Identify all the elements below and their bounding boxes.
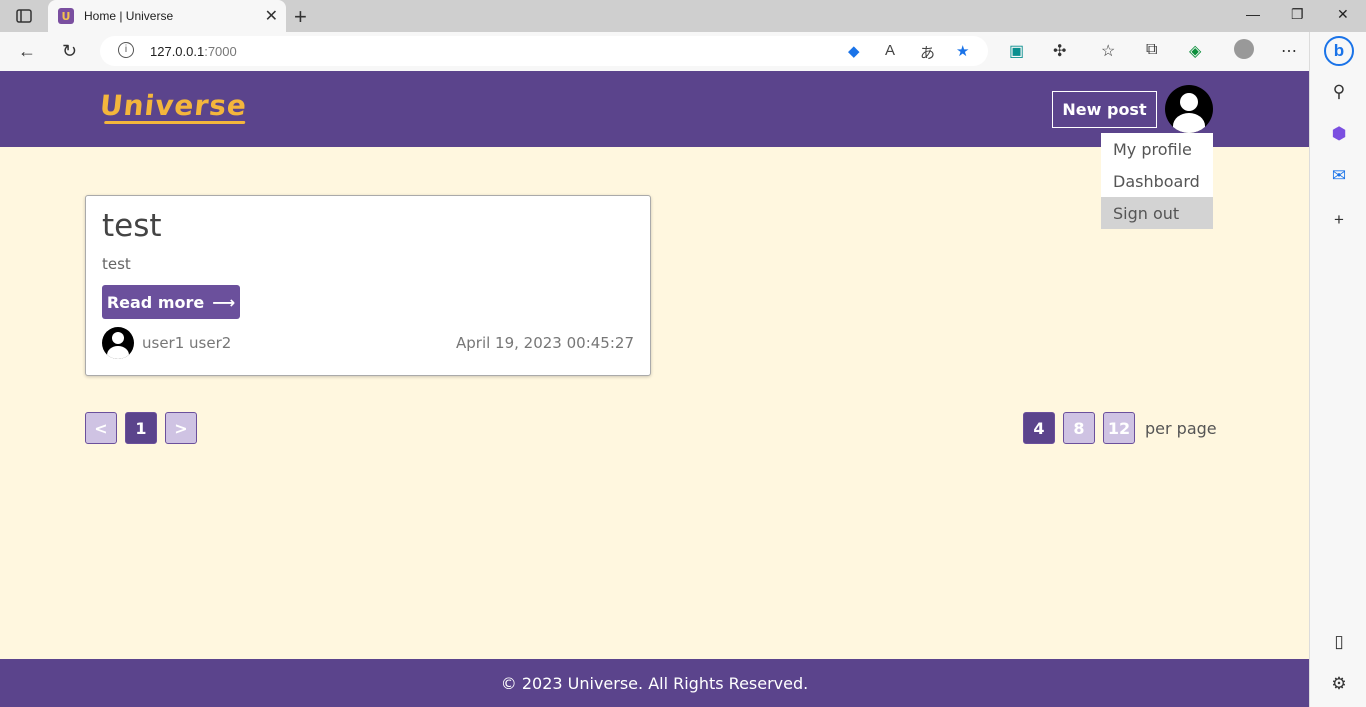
- translate-icon[interactable]: あ: [920, 42, 935, 63]
- read-aloud-icon[interactable]: A: [885, 42, 895, 59]
- copyright-text: © 2023 Universe. All Rights Reserved.: [500, 673, 809, 693]
- tab-actions-icon[interactable]: [12, 7, 36, 25]
- browser-toolbar: ← ↻ i 127.0.0.1:7000 ◆ A あ ★ ▣ ✣ ☆ ⧉ ◈ ⋯: [0, 32, 1366, 71]
- per-page-label: per page: [1145, 419, 1217, 438]
- minimize-icon[interactable]: —: [1246, 6, 1260, 22]
- url-text: 127.0.0.1:7000: [150, 44, 237, 59]
- browser-essentials-icon[interactable]: ◈: [1189, 41, 1201, 61]
- page-1-button[interactable]: 1: [125, 412, 157, 444]
- post-date: April 19, 2023 00:45:27: [456, 334, 634, 352]
- sidebar-settings-icon[interactable]: ⚙: [1328, 674, 1350, 694]
- post-card: test test Read more ⟶ user1 user2 April …: [85, 195, 651, 376]
- arrow-right-icon: ⟶: [212, 292, 236, 312]
- post-title: test: [102, 208, 162, 244]
- avatar-head: [112, 332, 124, 344]
- browser-tab[interactable]: U Home | Universe ✕: [48, 0, 286, 32]
- post-author: user1 user2: [142, 334, 232, 352]
- menu-item-dashboard[interactable]: Dashboard: [1101, 165, 1213, 197]
- favorite-star-icon[interactable]: ★: [956, 42, 969, 60]
- address-bar[interactable]: i 127.0.0.1:7000 ◆ A あ ★: [100, 36, 988, 66]
- collections-icon[interactable]: ⧉: [1146, 41, 1157, 59]
- profile-icon[interactable]: [1234, 39, 1254, 59]
- new-tab-icon[interactable]: +: [294, 4, 307, 30]
- new-post-button[interactable]: New post: [1052, 91, 1157, 128]
- window-close-icon[interactable]: ✕: [1337, 6, 1349, 23]
- prev-page-button[interactable]: <: [85, 412, 117, 444]
- site-info-icon[interactable]: i: [118, 42, 134, 58]
- menu-item-my-profile[interactable]: My profile: [1101, 133, 1213, 165]
- web-page: Universe New post My profile Dashboard S…: [0, 71, 1309, 707]
- per-page-12-button[interactable]: 12: [1103, 412, 1135, 444]
- restore-icon[interactable]: ❐: [1291, 6, 1304, 23]
- back-icon[interactable]: ←: [18, 41, 36, 62]
- read-more-button[interactable]: Read more ⟶: [102, 285, 240, 319]
- site-logo[interactable]: Universe: [98, 89, 248, 122]
- user-avatar[interactable]: [1165, 85, 1213, 133]
- per-page-4-button[interactable]: 4: [1023, 412, 1055, 444]
- price-tag-icon[interactable]: ◆: [848, 42, 860, 60]
- menu-item-sign-out[interactable]: Sign out: [1101, 197, 1213, 229]
- url-port: :7000: [204, 44, 237, 59]
- read-more-label: Read more: [106, 292, 205, 312]
- user-menu-dropdown: My profile Dashboard Sign out: [1101, 133, 1213, 229]
- browser-titlebar: U Home | Universe ✕ + — ❐ ✕: [0, 0, 1366, 32]
- extension-icon[interactable]: ▣: [1009, 41, 1024, 61]
- avatar-head: [1180, 93, 1198, 111]
- browser-sidebar: b ⚲ ⬢ ✉ + ▯ ⚙: [1309, 32, 1366, 707]
- office-icon[interactable]: ⬢: [1328, 124, 1350, 144]
- extensions-puzzle-icon[interactable]: ✣: [1053, 41, 1066, 61]
- more-options-icon[interactable]: ⋯: [1281, 41, 1297, 61]
- next-page-button[interactable]: >: [165, 412, 197, 444]
- refresh-icon[interactable]: ↻: [62, 41, 77, 62]
- site-footer: © 2023 Universe. All Rights Reserved.: [0, 659, 1309, 707]
- close-tab-icon[interactable]: ✕: [265, 6, 278, 26]
- avatar-body: [1173, 113, 1205, 133]
- tab-title: Home | Universe: [84, 9, 174, 23]
- post-excerpt: test: [102, 255, 131, 273]
- hide-sidebar-icon[interactable]: ▯: [1328, 632, 1350, 652]
- search-icon[interactable]: ⚲: [1328, 82, 1350, 102]
- avatar-body: [107, 346, 129, 359]
- per-page-8-button[interactable]: 8: [1063, 412, 1095, 444]
- favorites-icon[interactable]: ☆: [1101, 41, 1115, 61]
- add-sidebar-app-icon[interactable]: +: [1328, 210, 1350, 230]
- outlook-icon[interactable]: ✉: [1328, 166, 1350, 186]
- author-avatar: [102, 327, 134, 359]
- favicon-icon: U: [58, 8, 74, 24]
- url-host: 127.0.0.1: [150, 44, 205, 59]
- bing-copilot-icon[interactable]: b: [1324, 36, 1354, 66]
